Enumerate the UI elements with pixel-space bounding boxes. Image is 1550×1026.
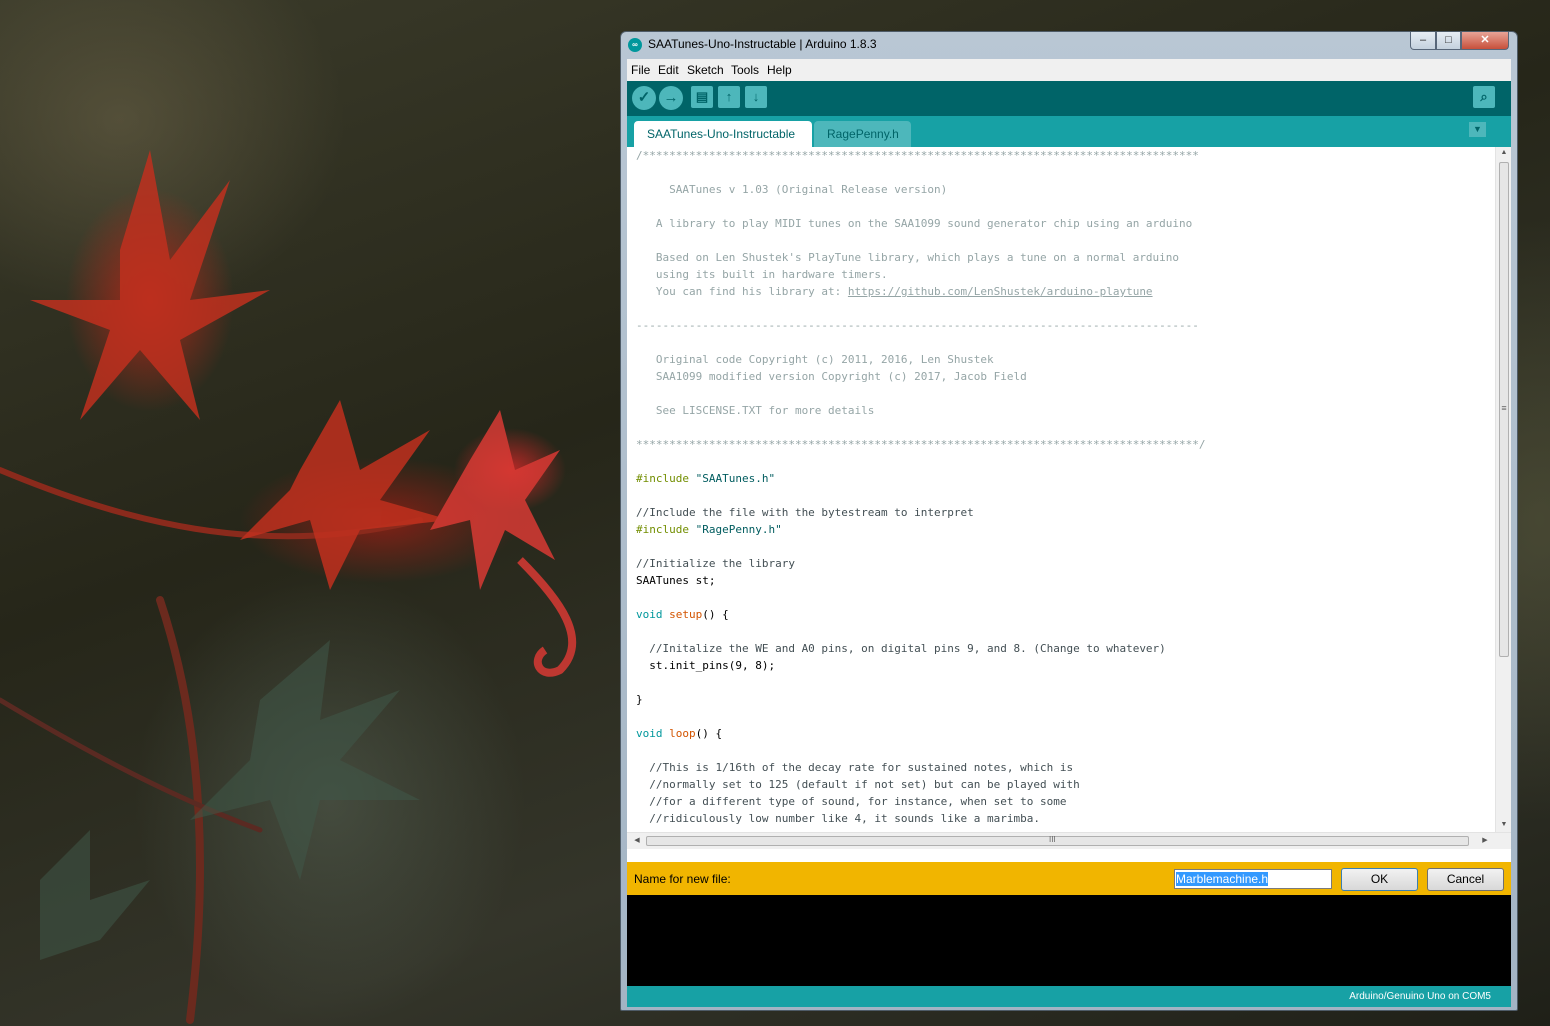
new-sketch-button[interactable]: ▤ [691, 86, 713, 108]
code-keyword: void [636, 727, 663, 740]
code-line: SAA1099 modified version Copyright (c) 2… [636, 370, 1027, 383]
new-file-name-input[interactable]: Marblemachine.h [1174, 869, 1332, 889]
arduino-ide-window: ∞ SAATunes-Uno-Instructable | Arduino 1.… [620, 31, 1518, 1011]
checkmark-icon: ✓ [637, 89, 651, 106]
toolbar: ✓ → ▤ ↑ ↓ ⌕ [627, 81, 1511, 116]
arrow-right-icon: → [663, 89, 679, 106]
tab-menu-button[interactable]: ▼ [1469, 122, 1486, 137]
code-include-keyword: #include [636, 523, 689, 536]
code-line: //Initialize the library [636, 557, 795, 570]
code-line: void loop() { [636, 725, 722, 742]
tab-bar: SAATunes-Uno-Instructable RagePenny.h ▼ [627, 116, 1511, 147]
selected-filename-text: Marblemachine.h [1176, 872, 1269, 886]
code-line: //This is 1/16th of the decay rate for s… [636, 761, 1074, 774]
code-keyword: void [636, 608, 663, 621]
new-file-name-bar: Name for new file: Marblemachine.h OK Ca… [627, 862, 1511, 895]
menu-edit[interactable]: Edit [658, 63, 679, 77]
code-function-name: loop [669, 727, 696, 740]
maximize-button[interactable]: □ [1436, 32, 1461, 50]
ok-button[interactable]: OK [1341, 868, 1418, 891]
open-sketch-button[interactable]: ↑ [718, 86, 740, 108]
code-string: "SAATunes.h" [695, 472, 776, 485]
code-line: using its built in hardware timers. [636, 268, 888, 281]
vertical-scroll-thumb[interactable]: ≡ [1499, 162, 1509, 657]
horizontal-scrollbar[interactable]: ◀ III ▶ [627, 832, 1511, 849]
menu-bar: File Edit Sketch Tools Help [627, 59, 1511, 81]
close-button[interactable]: ✕ [1461, 32, 1509, 50]
code-line: You can find his library at: https://git… [636, 283, 1153, 300]
code-line: //ridiculously low number like 4, it sou… [636, 812, 1040, 825]
code-include-keyword: #include [636, 472, 689, 485]
code-line: #include "RagePenny.h" [636, 521, 782, 538]
window-title: SAATunes-Uno-Instructable | Arduino 1.8.… [648, 37, 877, 51]
cancel-button[interactable]: Cancel [1427, 868, 1504, 891]
verify-button[interactable]: ✓ [632, 86, 656, 110]
tab-saatunes-uno-instructable[interactable]: SAATunes-Uno-Instructable [634, 121, 812, 147]
menu-file[interactable]: File [631, 63, 650, 77]
scroll-up-arrow-icon[interactable]: ▲ [1496, 149, 1512, 156]
window-client-area: File Edit Sketch Tools Help ✓ → ▤ ↑ ↓ ⌕ [627, 59, 1511, 1007]
scroll-grip-icon: ≡ [1501, 403, 1507, 413]
scroll-left-arrow-icon[interactable]: ◀ [629, 836, 645, 844]
code-line: A library to play MIDI tunes on the SAA1… [636, 217, 1193, 230]
board-port-status: Arduino/Genuino Uno on COM5 [1349, 991, 1491, 1002]
arrow-up-icon: ↑ [725, 89, 733, 104]
code-line: //Initalize the WE and A0 pins, on digit… [636, 642, 1166, 655]
code-line: void setup() { [636, 606, 729, 623]
arrow-down-icon: ↓ [752, 89, 760, 104]
scroll-down-arrow-icon[interactable]: ▼ [1496, 821, 1512, 828]
vertical-scrollbar[interactable]: ▲ ≡ ▼ [1495, 147, 1511, 832]
code-line: #include "SAATunes.h" [636, 470, 775, 487]
code-line: ----------------------------------------… [636, 319, 1199, 332]
code-line: //for a different type of sound, for ins… [636, 795, 1067, 808]
menu-help[interactable]: Help [767, 63, 792, 77]
serial-monitor-button[interactable]: ⌕ [1473, 86, 1495, 108]
red-leaf-photo [0, 150, 577, 1024]
scroll-right-arrow-icon[interactable]: ▶ [1477, 836, 1493, 844]
chevron-down-icon: ▼ [1473, 124, 1482, 134]
minimize-button[interactable]: ‒ [1410, 32, 1436, 50]
save-sketch-button[interactable]: ↓ [745, 86, 767, 108]
code-line: SAATunes v 1.03 (Original Release versio… [636, 183, 948, 196]
scroll-grip-icon: III [1049, 835, 1056, 844]
code-line: st.init_pins(9, 8); [636, 659, 776, 672]
code-line: Original code Copyright (c) 2011, 2016, … [636, 353, 994, 366]
code-line: Based on Len Shustek's PlayTune library,… [636, 251, 1180, 264]
new-file-icon: ▤ [695, 89, 709, 104]
code-line: } [636, 693, 643, 706]
code-function-name: setup [669, 608, 703, 621]
menu-sketch[interactable]: Sketch [687, 63, 724, 77]
code-url-link[interactable]: https://github.com/LenShustek/arduino-pl… [848, 285, 1153, 298]
code-text: () { [702, 608, 729, 621]
code-line: ****************************************… [636, 438, 1206, 451]
console-output[interactable] [627, 895, 1511, 986]
upload-button[interactable]: → [659, 86, 683, 110]
arduino-logo-icon: ∞ [628, 38, 642, 52]
code-line: //Include the file with the bytestream t… [636, 506, 974, 519]
magnifier-icon: ⌕ [1480, 89, 1488, 104]
title-bar[interactable]: ∞ SAATunes-Uno-Instructable | Arduino 1.… [621, 32, 1517, 58]
code-text: You can find his library at: [636, 285, 848, 298]
menu-tools[interactable]: Tools [731, 63, 759, 77]
code-line: SAATunes st; [636, 574, 716, 587]
code-editor[interactable]: /***************************************… [627, 147, 1495, 832]
code-line: //normally set to 125 (default if not se… [636, 778, 1080, 791]
code-string: "RagePenny.h" [695, 523, 782, 536]
status-bar: Arduino/Genuino Uno on COM5 [627, 986, 1511, 1007]
code-line: /***************************************… [636, 149, 1199, 162]
horizontal-scroll-thumb[interactable]: III [646, 835, 1469, 846]
new-file-name-label: Name for new file: [634, 872, 731, 886]
tab-ragepenny-h[interactable]: RagePenny.h [814, 121, 911, 147]
code-text: () { [695, 727, 723, 740]
code-line: See LISCENSE.TXT for more details [636, 404, 875, 417]
